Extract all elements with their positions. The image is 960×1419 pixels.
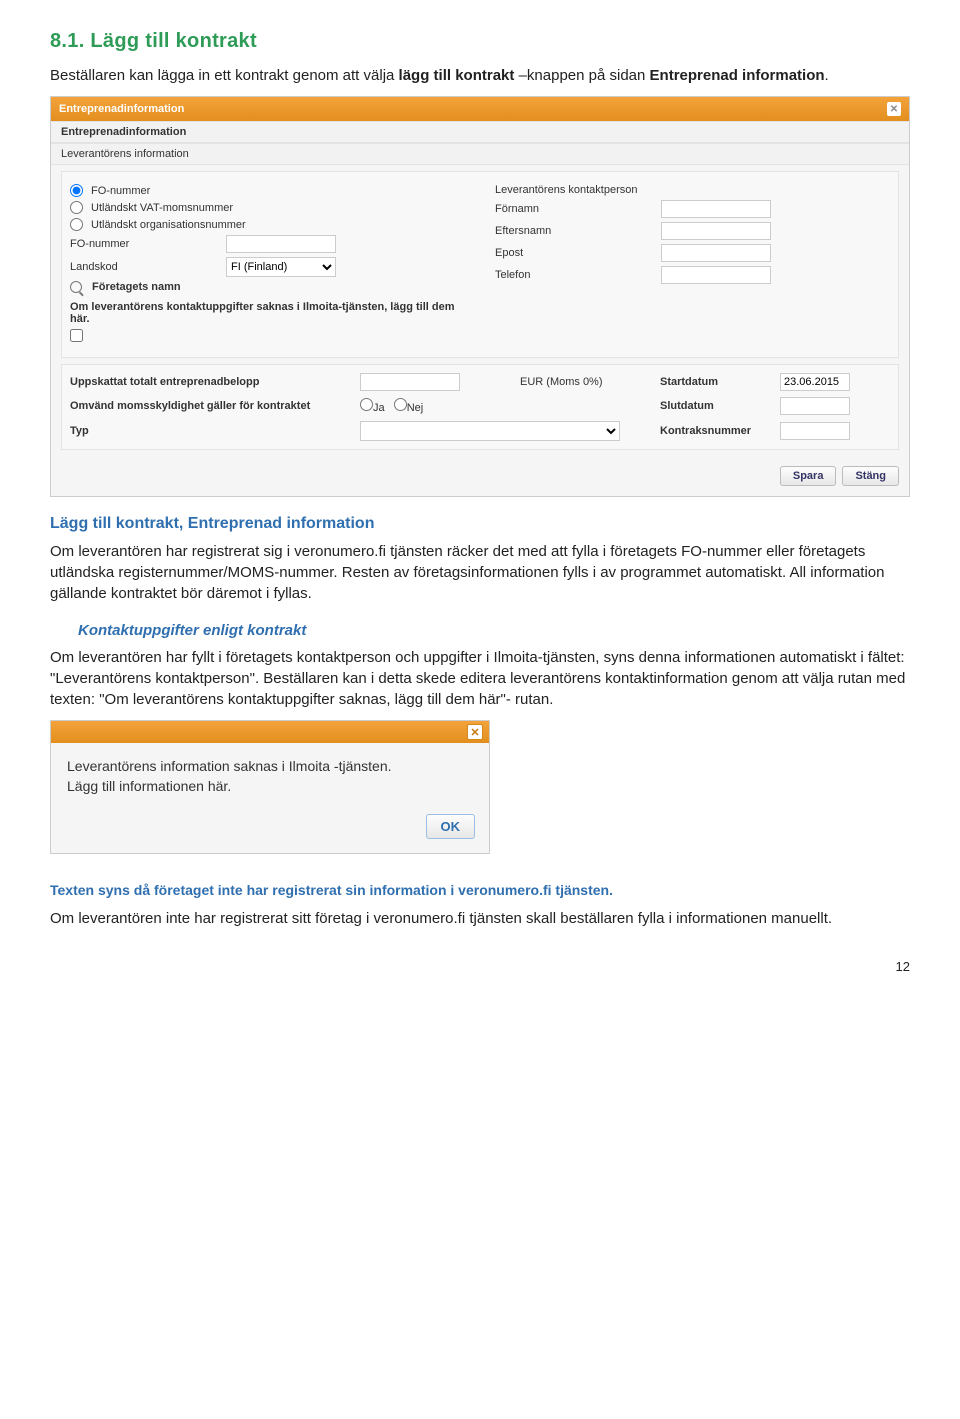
subheading: Lägg till kontrakt, Entreprenad informat… <box>50 515 910 533</box>
button-bar: Spara Stäng <box>51 456 909 496</box>
org-nummer-radio[interactable] <box>70 218 83 231</box>
field-label: Företagets namn <box>92 281 224 293</box>
paragraph: Om leverantören har fyllt i företagets k… <box>50 647 910 710</box>
typ-select[interactable] <box>360 421 620 441</box>
left-column: FO-nummer Utländskt VAT-momsnummer Utlän… <box>70 180 465 349</box>
dialog-titlebar: ✕ <box>51 721 489 743</box>
close-icon[interactable]: ✕ <box>887 102 901 116</box>
page-number: 12 <box>50 959 910 974</box>
landskod-select[interactable]: FI (Finland) <box>226 257 336 277</box>
paragraph: Om leverantören har registrerat sig i ve… <box>50 541 910 604</box>
field-label: Eftersnamn <box>495 225 655 237</box>
intro-paragraph: Beställaren kan lägga in ett kontrakt ge… <box>50 65 910 86</box>
field-label: Omvänd momsskyldighet gäller för kontrak… <box>70 400 360 412</box>
ok-button[interactable]: OK <box>426 814 476 839</box>
currency-label: EUR (Moms 0%) <box>520 376 660 388</box>
search-icon[interactable] <box>70 281 82 293</box>
caption: Texten syns då företaget inte har regist… <box>50 882 910 898</box>
fo-nummer-radio[interactable] <box>70 184 83 197</box>
belopp-input[interactable] <box>360 373 460 391</box>
section-label: Entreprenadinformation <box>51 121 909 143</box>
telefon-input[interactable] <box>661 266 771 284</box>
text-line: Lägg till informationen här. <box>67 777 473 797</box>
vat-nummer-radio[interactable] <box>70 201 83 214</box>
text-line: Leverantörens information saknas i Ilmoi… <box>67 757 473 777</box>
startdatum-input[interactable] <box>780 373 850 391</box>
radio-label: Ja <box>373 402 385 414</box>
subheading: Kontaktuppgifter enligt kontrakt <box>50 622 910 639</box>
form-screenshot: Entreprenadinformation ✕ Entreprenadinfo… <box>50 96 910 497</box>
bold-text: Entreprenad information <box>650 67 825 84</box>
efternamn-input[interactable] <box>661 222 771 240</box>
slutdatum-input[interactable] <box>780 397 850 415</box>
field-label: Leverantörens kontaktperson <box>495 184 655 196</box>
paragraph: Om leverantören inte har registrerat sit… <box>50 908 910 929</box>
message-text: Leverantörens information saknas i Ilmoi… <box>51 743 489 806</box>
field-label: Epost <box>495 247 655 259</box>
message-box-screenshot: ✕ Leverantörens information saknas i Ilm… <box>50 720 490 854</box>
epost-input[interactable] <box>661 244 771 262</box>
field-label: Kontraksnummer <box>660 425 780 437</box>
field-label: Typ <box>70 425 360 437</box>
radio-label: Utländskt organisationsnummer <box>91 219 261 231</box>
supplier-panel: FO-nummer Utländskt VAT-momsnummer Utlän… <box>61 171 899 358</box>
right-column: Leverantörens kontaktperson Förnamn Efte… <box>495 180 890 349</box>
text: . <box>825 67 829 84</box>
radio-label: Utländskt VAT-momsnummer <box>91 202 261 214</box>
spara-button[interactable]: Spara <box>780 466 837 486</box>
add-contact-checkbox[interactable] <box>70 329 83 342</box>
dialog-titlebar: Entreprenadinformation ✕ <box>51 97 909 121</box>
text: –knappen på sidan <box>514 67 649 84</box>
field-label: FO-nummer <box>70 238 220 250</box>
contract-panel: Uppskattat totalt entreprenadbelopp EUR … <box>61 364 899 450</box>
button-bar: OK <box>51 806 489 853</box>
fornamn-input[interactable] <box>661 200 771 218</box>
ja-radio[interactable] <box>360 398 373 411</box>
fo-nummer-input[interactable] <box>226 235 336 253</box>
stang-button[interactable]: Stäng <box>842 466 899 486</box>
field-label: Landskod <box>70 261 220 273</box>
close-icon[interactable]: ✕ <box>467 724 483 740</box>
field-label: Förnamn <box>495 203 655 215</box>
dialog-title: Entreprenadinformation <box>59 103 184 115</box>
field-label: Telefon <box>495 269 655 281</box>
text: Beställaren kan lägga in ett kontrakt ge… <box>50 67 399 84</box>
field-label: Uppskattat totalt entreprenadbelopp <box>70 376 360 388</box>
nej-radio[interactable] <box>394 398 407 411</box>
section-label: Leverantörens information <box>51 143 909 165</box>
field-label: Startdatum <box>660 376 780 388</box>
radio-label: Nej <box>407 402 424 414</box>
bold-text: lägg till kontrakt <box>399 67 515 84</box>
field-label: Slutdatum <box>660 400 780 412</box>
radio-label: FO-nummer <box>91 185 261 197</box>
section-heading: 8.1. Lägg till kontrakt <box>50 30 910 53</box>
kontraknr-input[interactable] <box>780 422 850 440</box>
help-note: Om leverantörens kontaktuppgifter saknas… <box>70 297 465 325</box>
